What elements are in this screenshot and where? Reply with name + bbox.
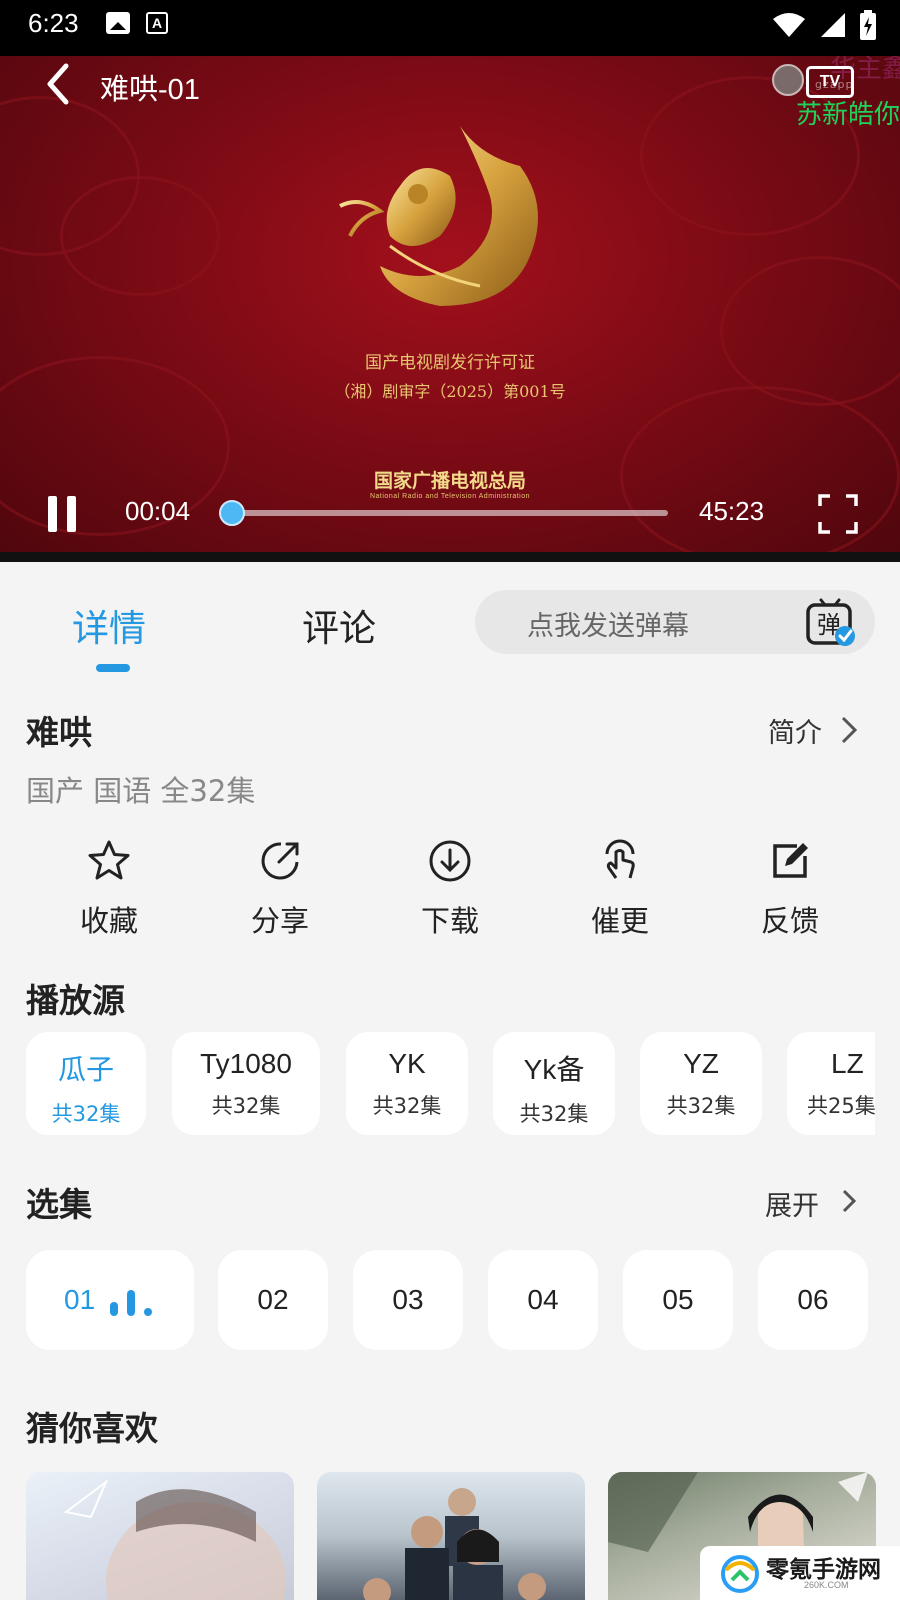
drama-meta: 国产 国语 全32集 bbox=[26, 774, 256, 808]
recommend-title: 猜你喜欢 bbox=[26, 1409, 158, 1448]
poster-image bbox=[63, 1478, 286, 1600]
source-count: 共32集 bbox=[51, 1102, 121, 1126]
download-icon bbox=[429, 840, 471, 882]
download-button[interactable]: 下载 bbox=[395, 838, 505, 940]
video-player[interactable]: 难哄-01 华主鑫伤 TV gzapp 苏新皓你 国产电视剧发行许可证 （湘）剧… bbox=[0, 56, 900, 562]
source-count: 共32集 bbox=[372, 1094, 442, 1118]
app-screen: 6:23 A 难哄-01 华主鑫伤 TV gzapp 苏新皓你 bbox=[0, 0, 900, 1600]
source-name: Ty1080 bbox=[200, 1048, 292, 1079]
wifi-icon bbox=[773, 13, 805, 37]
apsara-emblem-icon bbox=[339, 126, 538, 306]
source-item-guazi[interactable]: 瓜子 共32集 bbox=[26, 1032, 146, 1135]
source-count: 共32集 bbox=[211, 1094, 281, 1118]
intro-link[interactable]: 简介 bbox=[768, 711, 822, 750]
progress-thumb[interactable] bbox=[219, 500, 246, 526]
current-time: 00:04 bbox=[125, 496, 191, 526]
episode-button[interactable]: 03 bbox=[353, 1250, 463, 1350]
site-logo-icon bbox=[721, 1555, 759, 1593]
danmaku-toggle-icon[interactable]: 弹 bbox=[805, 598, 857, 648]
drama-title: 难哄 bbox=[26, 713, 92, 752]
episode-button[interactable]: 06 bbox=[758, 1250, 868, 1350]
tab-indicator bbox=[96, 664, 130, 672]
episode-button[interactable]: 04 bbox=[488, 1250, 598, 1350]
urge-update-icon bbox=[605, 839, 635, 879]
source-item-yk-backup[interactable]: Yk备 共32集 bbox=[493, 1032, 615, 1135]
star-icon bbox=[88, 840, 130, 880]
status-bar: 6:23 A bbox=[0, 0, 900, 56]
status-time: 6:23 bbox=[28, 8, 79, 38]
chevron-right-icon[interactable] bbox=[840, 1188, 858, 1214]
license-line-2: （湘）剧审字（2025）第001号 bbox=[334, 382, 566, 401]
site-watermark: 零氪手游网 260K.COM bbox=[700, 1546, 900, 1600]
cloud-pattern bbox=[60, 176, 220, 296]
license-line-1: 国产电视剧发行许可证 bbox=[365, 353, 535, 373]
fullscreen-icon[interactable] bbox=[818, 494, 858, 534]
font-notification-icon: A bbox=[146, 12, 168, 34]
episode-number: 01 bbox=[64, 1284, 96, 1315]
recommend-thumbnail[interactable] bbox=[26, 1472, 294, 1600]
chevron-right-icon[interactable] bbox=[838, 715, 860, 745]
share-icon bbox=[261, 842, 299, 880]
source-item-yk[interactable]: YK 共32集 bbox=[346, 1032, 468, 1135]
action-label: 催更 bbox=[590, 904, 649, 938]
favorite-button[interactable]: 收藏 bbox=[54, 838, 164, 940]
tab-comments[interactable]: 评论 bbox=[302, 598, 376, 652]
sources-title: 播放源 bbox=[26, 981, 125, 1020]
source-name: YZ bbox=[683, 1048, 719, 1079]
urge-update-button[interactable]: 催更 bbox=[565, 838, 675, 940]
episode-button-active[interactable]: 01 bbox=[26, 1250, 194, 1350]
watermark-text-green: 苏新皓你 bbox=[796, 100, 900, 130]
action-label: 下载 bbox=[420, 904, 479, 938]
episode-button[interactable]: 02 bbox=[218, 1250, 328, 1350]
progress-bar[interactable] bbox=[219, 500, 668, 526]
episodes-title: 选集 bbox=[26, 1185, 92, 1224]
share-button[interactable]: 分享 bbox=[225, 838, 335, 940]
source-item-lz[interactable]: LZ 共25集 bbox=[787, 1032, 875, 1135]
source-count: 共25集 bbox=[807, 1094, 875, 1118]
total-time: 45:23 bbox=[699, 496, 765, 526]
watermark-small-text: gzapp bbox=[815, 78, 854, 91]
cellular-signal-icon bbox=[821, 13, 845, 37]
danmaku-input[interactable]: 点我发送弹幕 弹 bbox=[475, 590, 875, 654]
feedback-button[interactable]: 反馈 bbox=[735, 838, 845, 940]
battery-icon bbox=[860, 10, 876, 40]
video-title: 难哄-01 bbox=[100, 74, 200, 106]
pause-icon[interactable] bbox=[46, 496, 78, 532]
action-label: 分享 bbox=[250, 904, 309, 938]
source-name: LZ bbox=[831, 1048, 864, 1079]
site-domain: 260K.COM bbox=[804, 1580, 849, 1590]
source-item-yz[interactable]: YZ 共32集 bbox=[640, 1032, 762, 1135]
source-item-ty1080[interactable]: Ty1080 共32集 bbox=[172, 1032, 320, 1135]
action-label: 反馈 bbox=[760, 904, 819, 938]
video-bottom-bar bbox=[0, 552, 900, 562]
watermark-avatar-icon bbox=[772, 64, 804, 96]
playing-indicator-icon bbox=[110, 1290, 152, 1316]
source-count: 共32集 bbox=[519, 1102, 589, 1126]
source-name: 瓜子 bbox=[57, 1054, 114, 1085]
back-arrow-icon[interactable] bbox=[40, 62, 76, 106]
poster-image bbox=[363, 1488, 546, 1600]
expand-link[interactable]: 展开 bbox=[765, 1184, 819, 1223]
recommend-thumbnail[interactable] bbox=[317, 1472, 585, 1600]
agency-name: 国家广播电视总局 bbox=[373, 470, 526, 492]
tab-details[interactable]: 详情 bbox=[72, 598, 146, 652]
source-name: YK bbox=[388, 1048, 426, 1079]
feedback-icon bbox=[773, 843, 808, 878]
site-name: 零氪手游网 bbox=[766, 1557, 881, 1583]
source-name: Yk备 bbox=[523, 1054, 585, 1085]
source-count: 共32集 bbox=[666, 1094, 736, 1118]
episode-button[interactable]: 05 bbox=[623, 1250, 733, 1350]
action-label: 收藏 bbox=[79, 904, 138, 938]
danmaku-placeholder: 点我发送弹幕 bbox=[527, 611, 689, 642]
gallery-notification-icon bbox=[106, 12, 130, 34]
